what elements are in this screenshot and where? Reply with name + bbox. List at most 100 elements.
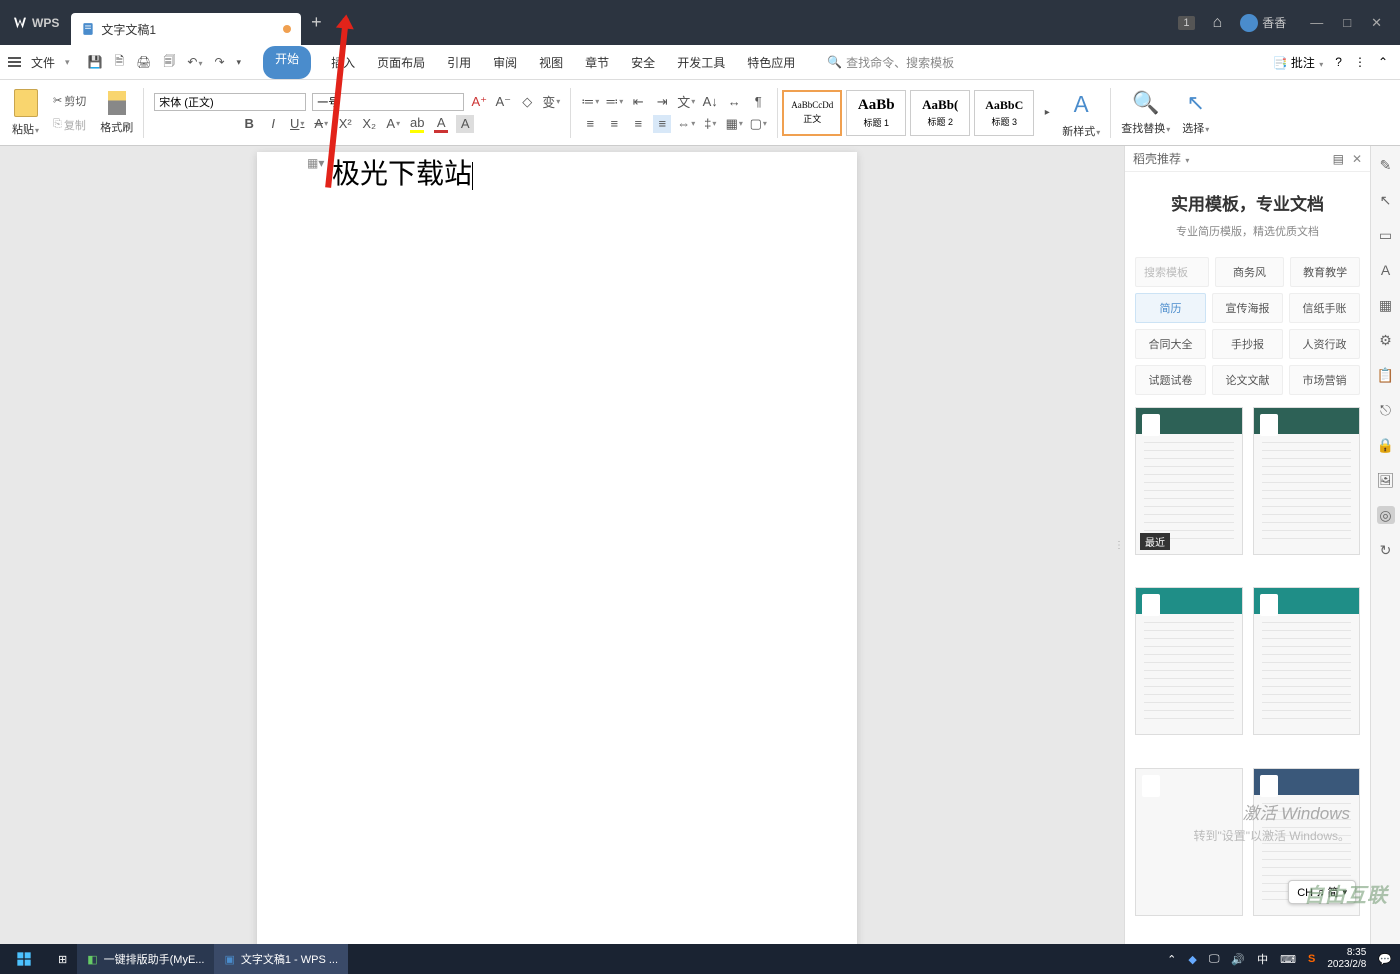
rail-clipboard-icon[interactable]: 📋 bbox=[1377, 366, 1395, 384]
text-direction-icon[interactable]: 文▾ bbox=[677, 93, 695, 111]
tab-dev-tools[interactable]: 开发工具 bbox=[675, 46, 727, 79]
tray-monitor-icon[interactable]: 🖵 bbox=[1209, 953, 1220, 966]
magnifier-icon[interactable]: 🔍 bbox=[1132, 90, 1159, 116]
paste-button[interactable]: 粘贴▾ bbox=[12, 121, 39, 137]
undo-icon[interactable]: ↶▾ bbox=[187, 55, 202, 69]
italic-button[interactable]: I bbox=[264, 115, 282, 133]
tab-chapter[interactable]: 章节 bbox=[583, 46, 611, 79]
chip-business[interactable]: 商务风 bbox=[1215, 257, 1285, 287]
chip-education[interactable]: 教育教学 bbox=[1290, 257, 1360, 287]
wps-logo[interactable]: WPS bbox=[0, 0, 71, 45]
badge-one[interactable]: 1 bbox=[1178, 16, 1194, 30]
ruler-icon[interactable]: ↔ bbox=[725, 93, 743, 111]
document-area[interactable]: ▦▾ 极光下载站 bbox=[0, 146, 1114, 944]
style-heading1[interactable]: AaBb标题 1 bbox=[846, 90, 906, 136]
page[interactable]: ▦▾ 极光下载站 bbox=[257, 152, 857, 944]
new-tab-button[interactable]: + bbox=[301, 0, 331, 45]
distribute-icon[interactable]: ⇔▾ bbox=[677, 115, 695, 133]
find-replace-button[interactable]: 查找替换▾ bbox=[1121, 120, 1170, 136]
template-thumb[interactable] bbox=[1253, 407, 1361, 555]
align-center-icon[interactable]: ≡ bbox=[605, 115, 623, 133]
bullet-list-icon[interactable]: ≔▾ bbox=[581, 93, 599, 111]
cat-resume[interactable]: 简历 bbox=[1135, 293, 1206, 323]
redo-icon[interactable]: ↷ bbox=[214, 55, 224, 69]
tray-sogou-icon[interactable]: S bbox=[1308, 953, 1315, 965]
tab-security[interactable]: 安全 bbox=[629, 46, 657, 79]
tab-reference[interactable]: 引用 bbox=[445, 46, 473, 79]
paste-icon[interactable] bbox=[14, 89, 38, 117]
cursor-icon[interactable]: ↖ bbox=[1187, 90, 1205, 116]
style-more-icon[interactable]: ▸ bbox=[1038, 104, 1056, 122]
tray-ime-icon[interactable]: ⌨ bbox=[1280, 953, 1296, 966]
panel-layout-icon[interactable]: ▤ bbox=[1333, 152, 1344, 166]
style-heading2[interactable]: AaBb(标题 2 bbox=[910, 90, 970, 136]
cat-marketing[interactable]: 市场营销 bbox=[1289, 365, 1360, 395]
rail-settings-icon[interactable]: ⚙ bbox=[1377, 331, 1395, 349]
increase-indent-icon[interactable]: ⇥ bbox=[653, 93, 671, 111]
maximize-button[interactable]: □ bbox=[1343, 15, 1351, 31]
underline-button[interactable]: U▾ bbox=[288, 115, 306, 133]
new-style-button[interactable]: 新样式▾ bbox=[1062, 123, 1100, 139]
select-button[interactable]: 选择▾ bbox=[1182, 120, 1209, 136]
cat-contract[interactable]: 合同大全 bbox=[1135, 329, 1206, 359]
collapse-ribbon-icon[interactable]: ⌃ bbox=[1378, 55, 1388, 69]
cat-exam[interactable]: 试题试卷 bbox=[1135, 365, 1206, 395]
bold-button[interactable]: B bbox=[240, 115, 258, 133]
superscript-button[interactable]: X² bbox=[336, 115, 354, 133]
decrease-indent-icon[interactable]: ⇤ bbox=[629, 93, 647, 111]
rail-font-icon[interactable]: A bbox=[1377, 261, 1395, 279]
tab-view[interactable]: 视图 bbox=[537, 46, 565, 79]
show-marks-icon[interactable]: ¶ bbox=[749, 93, 767, 111]
brush-icon[interactable] bbox=[108, 91, 126, 115]
taskbar-app-1[interactable]: ◧一键排版助手(MyE... bbox=[77, 944, 214, 974]
tray-lang[interactable]: 中 bbox=[1257, 951, 1268, 967]
align-justify-icon[interactable]: ≡ bbox=[653, 115, 671, 133]
rail-table-icon[interactable]: ▦ bbox=[1377, 296, 1395, 314]
rail-history-icon[interactable]: ↻ bbox=[1377, 541, 1395, 559]
style-heading3[interactable]: AaBbC标题 3 bbox=[974, 90, 1034, 136]
tab-review[interactable]: 审阅 bbox=[491, 46, 519, 79]
borders-icon[interactable]: ▢▾ bbox=[749, 115, 767, 133]
line-spacing-icon[interactable]: ‡▾ bbox=[701, 115, 719, 133]
minimize-button[interactable]: — bbox=[1310, 15, 1323, 31]
number-list-icon[interactable]: ≕▾ bbox=[605, 93, 623, 111]
font-name-select[interactable] bbox=[154, 93, 306, 111]
subscript-button[interactable]: X₂ bbox=[360, 115, 378, 133]
cut-button[interactable]: ✂ 剪切 bbox=[51, 91, 88, 111]
phonetic-icon[interactable]: 变▾ bbox=[542, 93, 560, 111]
taskbar-clock[interactable]: 8:35 2023/2/8 bbox=[1327, 947, 1366, 971]
cat-poster[interactable]: 宣传海报 bbox=[1212, 293, 1283, 323]
comments-button[interactable]: 📑 批注 ▾ bbox=[1273, 54, 1324, 71]
char-shading-button[interactable]: A bbox=[456, 115, 474, 133]
sort-icon[interactable]: A↓ bbox=[701, 93, 719, 111]
home-icon[interactable]: ⌂ bbox=[1213, 14, 1223, 32]
rail-lock-icon[interactable]: 🔒 bbox=[1377, 436, 1395, 454]
new-style-icon[interactable]: Ａ bbox=[1070, 87, 1092, 119]
strikethrough-button[interactable]: A▾ bbox=[312, 115, 330, 133]
clear-format-icon[interactable]: ◇ bbox=[518, 93, 536, 111]
more-icon[interactable]: ⋮ bbox=[1354, 55, 1366, 69]
start-button[interactable] bbox=[0, 944, 48, 974]
template-search-input[interactable]: 搜索模板 bbox=[1135, 257, 1209, 287]
cat-hr[interactable]: 人资行政 bbox=[1289, 329, 1360, 359]
notification-icon[interactable]: 💬 bbox=[1378, 953, 1392, 966]
rail-highlight-icon[interactable]: ▭ bbox=[1377, 226, 1395, 244]
panel-close-icon[interactable]: ✕ bbox=[1352, 152, 1362, 166]
help-icon[interactable]: ? bbox=[1335, 55, 1342, 69]
template-thumb[interactable]: 最近 bbox=[1135, 407, 1243, 555]
format-brush-button[interactable]: 格式刷 bbox=[100, 119, 133, 135]
panel-title[interactable]: 稻壳推荐 ▾ bbox=[1133, 150, 1189, 167]
cat-letter[interactable]: 信纸手账 bbox=[1289, 293, 1360, 323]
rail-image-icon[interactable]: 🖼 bbox=[1377, 471, 1395, 489]
cat-handcopy[interactable]: 手抄报 bbox=[1212, 329, 1283, 359]
style-body[interactable]: AaBbCcDd正文 bbox=[782, 90, 842, 136]
task-view-icon[interactable]: ⊞ bbox=[48, 953, 77, 966]
rail-edit-icon[interactable]: ✎ bbox=[1377, 156, 1395, 174]
tab-page-layout[interactable]: 页面布局 bbox=[375, 46, 427, 79]
tab-special[interactable]: 特色应用 bbox=[745, 46, 797, 79]
user-area[interactable]: 香香 bbox=[1240, 14, 1286, 32]
document-text[interactable]: 极光下载站 bbox=[332, 152, 782, 192]
close-button[interactable]: ✕ bbox=[1371, 15, 1382, 31]
tray-chevron-icon[interactable]: ⌃ bbox=[1167, 953, 1176, 966]
tray-volume-icon[interactable]: 🔊 bbox=[1231, 953, 1245, 966]
